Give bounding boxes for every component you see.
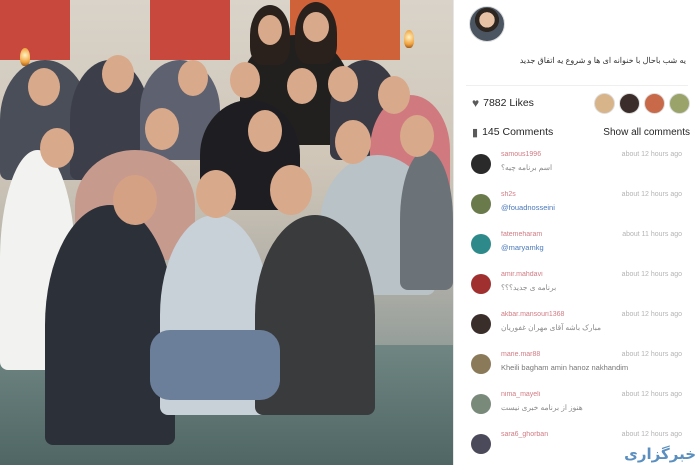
comment-item: fatemeharam about 11 hours ago @maryamkg: [454, 228, 700, 268]
comments-row: ▮ 145 Comments Show all comments: [454, 120, 700, 144]
face: [145, 108, 179, 150]
comment-list: samous1996 about 12 hours ago اسم برنامه…: [454, 144, 700, 465]
person: [150, 330, 280, 400]
commenter-username[interactable]: amir.mahdavi: [501, 271, 543, 278]
face: [400, 115, 434, 157]
comment-text: Kheili bagham amin hanoz nakhandim: [501, 363, 629, 372]
post-sidebar: یه شب باحال با خنوانه ای ها و شروع یه ات…: [453, 0, 700, 465]
post-photo: [0, 0, 453, 465]
comment-text: هنوز از برنامه خبری نیست: [501, 403, 583, 412]
comment-time: about 12 hours ago: [621, 271, 682, 278]
comment-item: nima_mayeli about 12 hours ago هنوز از ب…: [454, 388, 700, 428]
liker-avatars: [594, 92, 690, 114]
face: [258, 15, 282, 45]
show-all-comments-link[interactable]: Show all comments: [603, 127, 690, 138]
comment-text: مبارک باشه آقای مهران غفوریان: [501, 323, 602, 332]
post-caption: یه شب باحال با خنوانه ای ها و شروع یه ات…: [519, 56, 686, 65]
face: [328, 66, 358, 102]
comment-item: sh2s about 12 hours ago @fouadnosseini: [454, 188, 700, 228]
face: [178, 60, 208, 96]
comments-count: 145 Comments: [482, 126, 554, 138]
commenter-avatar[interactable]: [471, 274, 491, 294]
comment-item: marie.mar88 about 12 hours ago Kheili ba…: [454, 348, 700, 388]
face: [28, 68, 60, 106]
face: [196, 170, 236, 218]
comment-text: اسم برنامه چیه؟: [501, 163, 553, 172]
comment-text[interactable]: @maryamkg: [501, 243, 544, 252]
liker-avatar[interactable]: [619, 92, 640, 114]
post-header: [454, 0, 700, 47]
author-avatar[interactable]: [469, 5, 505, 42]
comment-item: amir.mahdavi about 12 hours ago برنامه ی…: [454, 268, 700, 308]
comment-time: about 12 hours ago: [621, 391, 682, 398]
commenter-username[interactable]: sara6_ghorban: [501, 431, 548, 438]
face: [248, 110, 282, 152]
comment-text[interactable]: @fouadnosseini: [501, 203, 555, 212]
face: [270, 165, 312, 215]
comment-time: about 12 hours ago: [621, 431, 682, 438]
commenter-username[interactable]: samous1996: [501, 151, 541, 158]
comment-bubble-icon: ▮: [472, 126, 479, 139]
comment-time: about 12 hours ago: [621, 351, 682, 358]
face: [102, 55, 134, 93]
lamp: [404, 30, 414, 48]
commenter-avatar[interactable]: [471, 434, 491, 454]
watermark-logo: خبرگزاری: [624, 445, 696, 463]
person: [400, 150, 453, 290]
commenter-avatar[interactable]: [471, 154, 491, 174]
liker-avatar[interactable]: [669, 92, 690, 114]
comment-text: برنامه ی جدید؟؟؟: [501, 283, 557, 292]
face: [113, 175, 157, 225]
face: [40, 128, 74, 168]
comment-item: akbar.mansouri1368 about 12 hours ago مب…: [454, 308, 700, 348]
comment-time: about 12 hours ago: [621, 151, 682, 158]
red-wall-panel: [150, 0, 230, 60]
face: [335, 120, 371, 164]
person: [45, 205, 175, 445]
commenter-username[interactable]: nima_mayeli: [501, 391, 540, 398]
commenter-username[interactable]: marie.mar88: [501, 351, 540, 358]
face: [230, 62, 260, 98]
commenter-username[interactable]: sh2s: [501, 191, 516, 198]
comment-time: about 11 hours ago: [622, 231, 682, 238]
comment-item: samous1996 about 12 hours ago اسم برنامه…: [454, 148, 700, 188]
face: [287, 68, 317, 104]
commenter-avatar[interactable]: [471, 194, 491, 214]
commenter-avatar[interactable]: [471, 354, 491, 374]
likes-row: ♥ 7882 Likes: [454, 86, 700, 120]
red-wall-panel: [0, 0, 70, 60]
comment-time: about 12 hours ago: [621, 191, 682, 198]
face: [378, 76, 410, 114]
liker-avatar[interactable]: [644, 92, 665, 114]
commenter-username[interactable]: fatemeharam: [501, 231, 542, 238]
likes-count[interactable]: 7882 Likes: [483, 97, 534, 109]
face: [303, 12, 329, 42]
comment-time: about 12 hours ago: [621, 311, 682, 318]
commenter-avatar[interactable]: [471, 234, 491, 254]
liker-avatar[interactable]: [594, 92, 615, 114]
commenter-avatar[interactable]: [471, 394, 491, 414]
heart-icon[interactable]: ♥: [472, 96, 479, 110]
commenter-avatar[interactable]: [471, 314, 491, 334]
commenter-username[interactable]: akbar.mansouri1368: [501, 311, 564, 318]
